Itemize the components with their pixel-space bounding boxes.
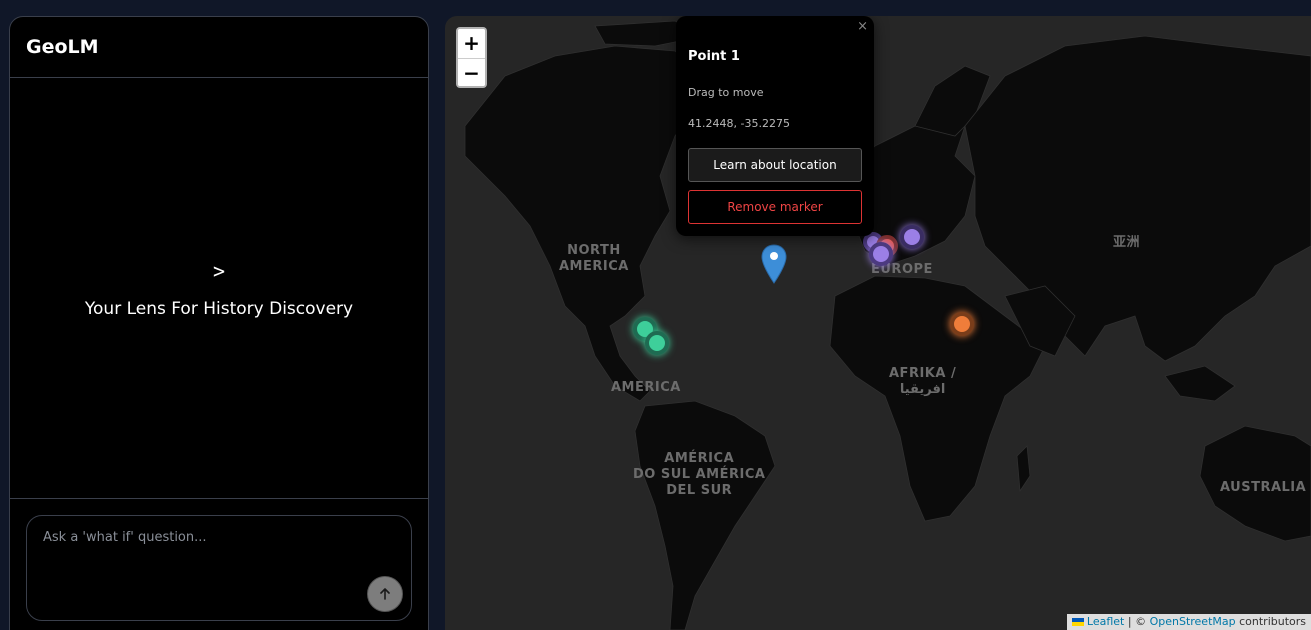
event-marker-green[interactable]	[645, 331, 669, 355]
world-map	[464, 20, 1311, 630]
brand-title: GeoLM	[26, 36, 99, 58]
remove-marker-button[interactable]: Remove marker	[688, 190, 862, 224]
popup-coordinates: 41.2448, -35.2275	[688, 117, 790, 130]
attribution-suffix: contributors	[1235, 615, 1306, 628]
attribution-separator: | ©	[1124, 615, 1150, 628]
label-north-america: NORTH AMERICA	[559, 243, 629, 274]
question-input[interactable]	[43, 530, 363, 545]
chat-box	[26, 515, 412, 621]
learn-about-location-button[interactable]: Learn about location	[688, 148, 862, 182]
popup-title: Point 1	[688, 49, 740, 64]
hero: > Your Lens For History Discovery	[10, 79, 428, 498]
openstreetmap-link[interactable]: OpenStreetMap	[1150, 615, 1236, 628]
zoom-control: + −	[456, 27, 487, 88]
zoom-in-button[interactable]: +	[458, 29, 485, 58]
marker-popup: × Point 1 Drag to move 41.2448, -35.2275…	[676, 16, 874, 236]
event-marker-purple[interactable]	[900, 225, 924, 249]
label-africa: AFRIKA / افريقيا	[889, 366, 957, 397]
map-pin-icon[interactable]	[761, 244, 787, 284]
label-south-america: AMÉRICA DO SUL AMÉRICA DEL SUR	[633, 451, 766, 498]
leaflet-link[interactable]: Leaflet	[1087, 615, 1124, 628]
event-marker-orange[interactable]	[950, 312, 974, 336]
sidebar: GeoLM > Your Lens For History Discovery	[9, 16, 429, 630]
event-marker-purple[interactable]	[869, 242, 893, 266]
label-america: AMERICA	[611, 380, 681, 395]
close-icon[interactable]: ×	[857, 19, 868, 34]
ukraine-flag-icon	[1071, 618, 1084, 626]
sidebar-header: GeoLM	[10, 17, 428, 78]
label-asia: 亚洲	[1113, 235, 1141, 250]
zoom-out-button[interactable]: −	[458, 58, 485, 86]
map-attribution: Leaflet | © OpenStreetMap contributors	[1066, 614, 1311, 630]
send-button[interactable]	[367, 576, 403, 612]
app: GeoLM > Your Lens For History Discovery	[0, 0, 1311, 630]
popup-subtitle: Drag to move	[688, 86, 764, 99]
terminal-prompt-icon: >	[212, 258, 226, 283]
hero-tagline: Your Lens For History Discovery	[84, 298, 354, 319]
map-view[interactable]: + − NORTH AMERICA AMERICA AMÉRICA DO SUL…	[445, 16, 1311, 630]
chat-footer	[10, 498, 428, 630]
arrow-up-icon	[380, 588, 390, 600]
label-australia: AUSTRALIA	[1220, 480, 1307, 495]
